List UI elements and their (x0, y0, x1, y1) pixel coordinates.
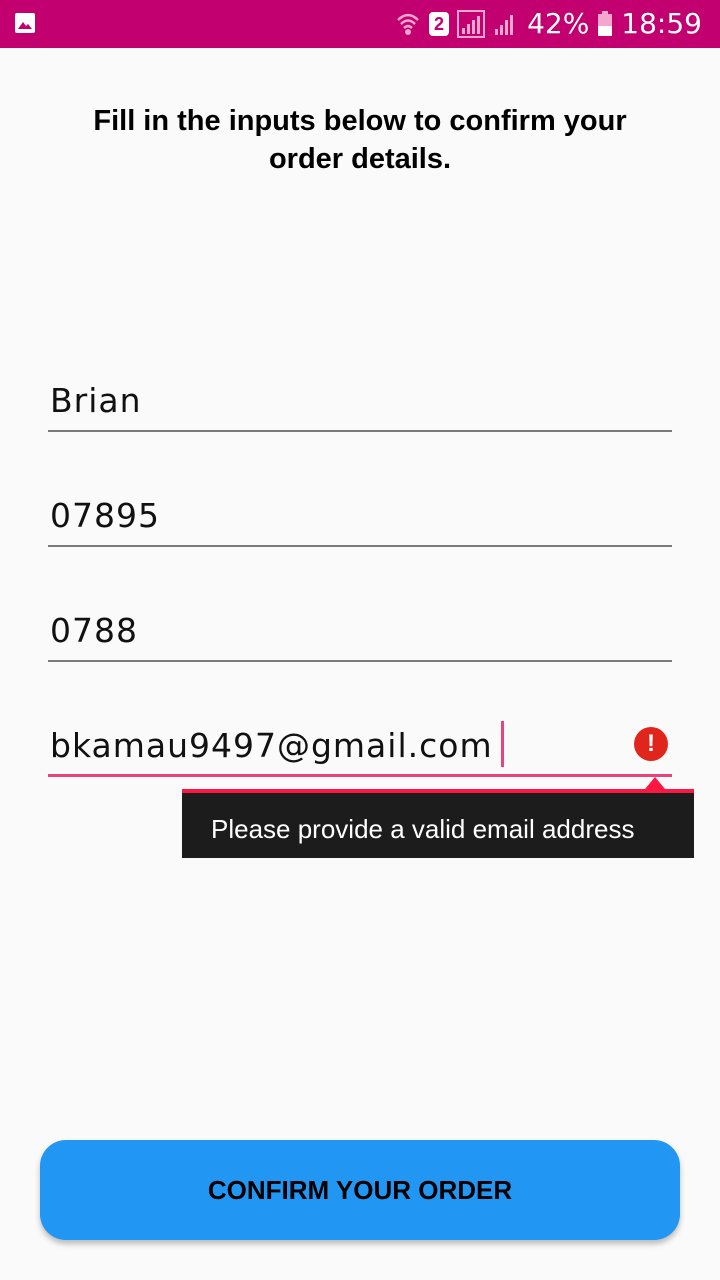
error-message: Please provide a valid email address (211, 814, 635, 844)
battery-percent: 42% (527, 7, 590, 40)
error-popup-arrow (645, 777, 665, 789)
text-caret (501, 721, 504, 767)
sim-2-icon: 2 (429, 12, 450, 36)
signal-icon (457, 10, 486, 38)
name-underline (48, 430, 672, 432)
alert-circle-icon: ! (634, 727, 668, 761)
email-field: ! (48, 717, 672, 777)
status-bar: 2 42% 18:59 (0, 0, 720, 48)
error-popup: Please provide a valid email address (182, 789, 694, 858)
status-right-group: 2 42% 18:59 (395, 0, 702, 48)
confirm-order-button[interactable]: CONFIRM YOUR ORDER (40, 1140, 680, 1240)
email-underline (48, 774, 672, 777)
email-input[interactable] (48, 717, 630, 773)
number-underline-2 (48, 660, 672, 662)
number-underline-1 (48, 545, 672, 547)
battery-icon (597, 10, 613, 38)
name-field (48, 372, 672, 432)
gallery-icon (14, 12, 36, 34)
clock: 18:59 (621, 7, 702, 40)
number-input-2[interactable] (48, 602, 630, 658)
order-confirmation-screen: 2 42% 18:59 Fill in the inputs below to … (0, 0, 720, 1280)
signal-icon (493, 10, 519, 38)
number-field-1 (48, 487, 672, 547)
name-input[interactable] (48, 372, 630, 428)
number-input-1[interactable] (48, 487, 630, 543)
wifi-call-icon (395, 10, 421, 38)
number-field-2 (48, 602, 672, 662)
form-instructions: Fill in the inputs below to confirm your… (93, 105, 627, 175)
